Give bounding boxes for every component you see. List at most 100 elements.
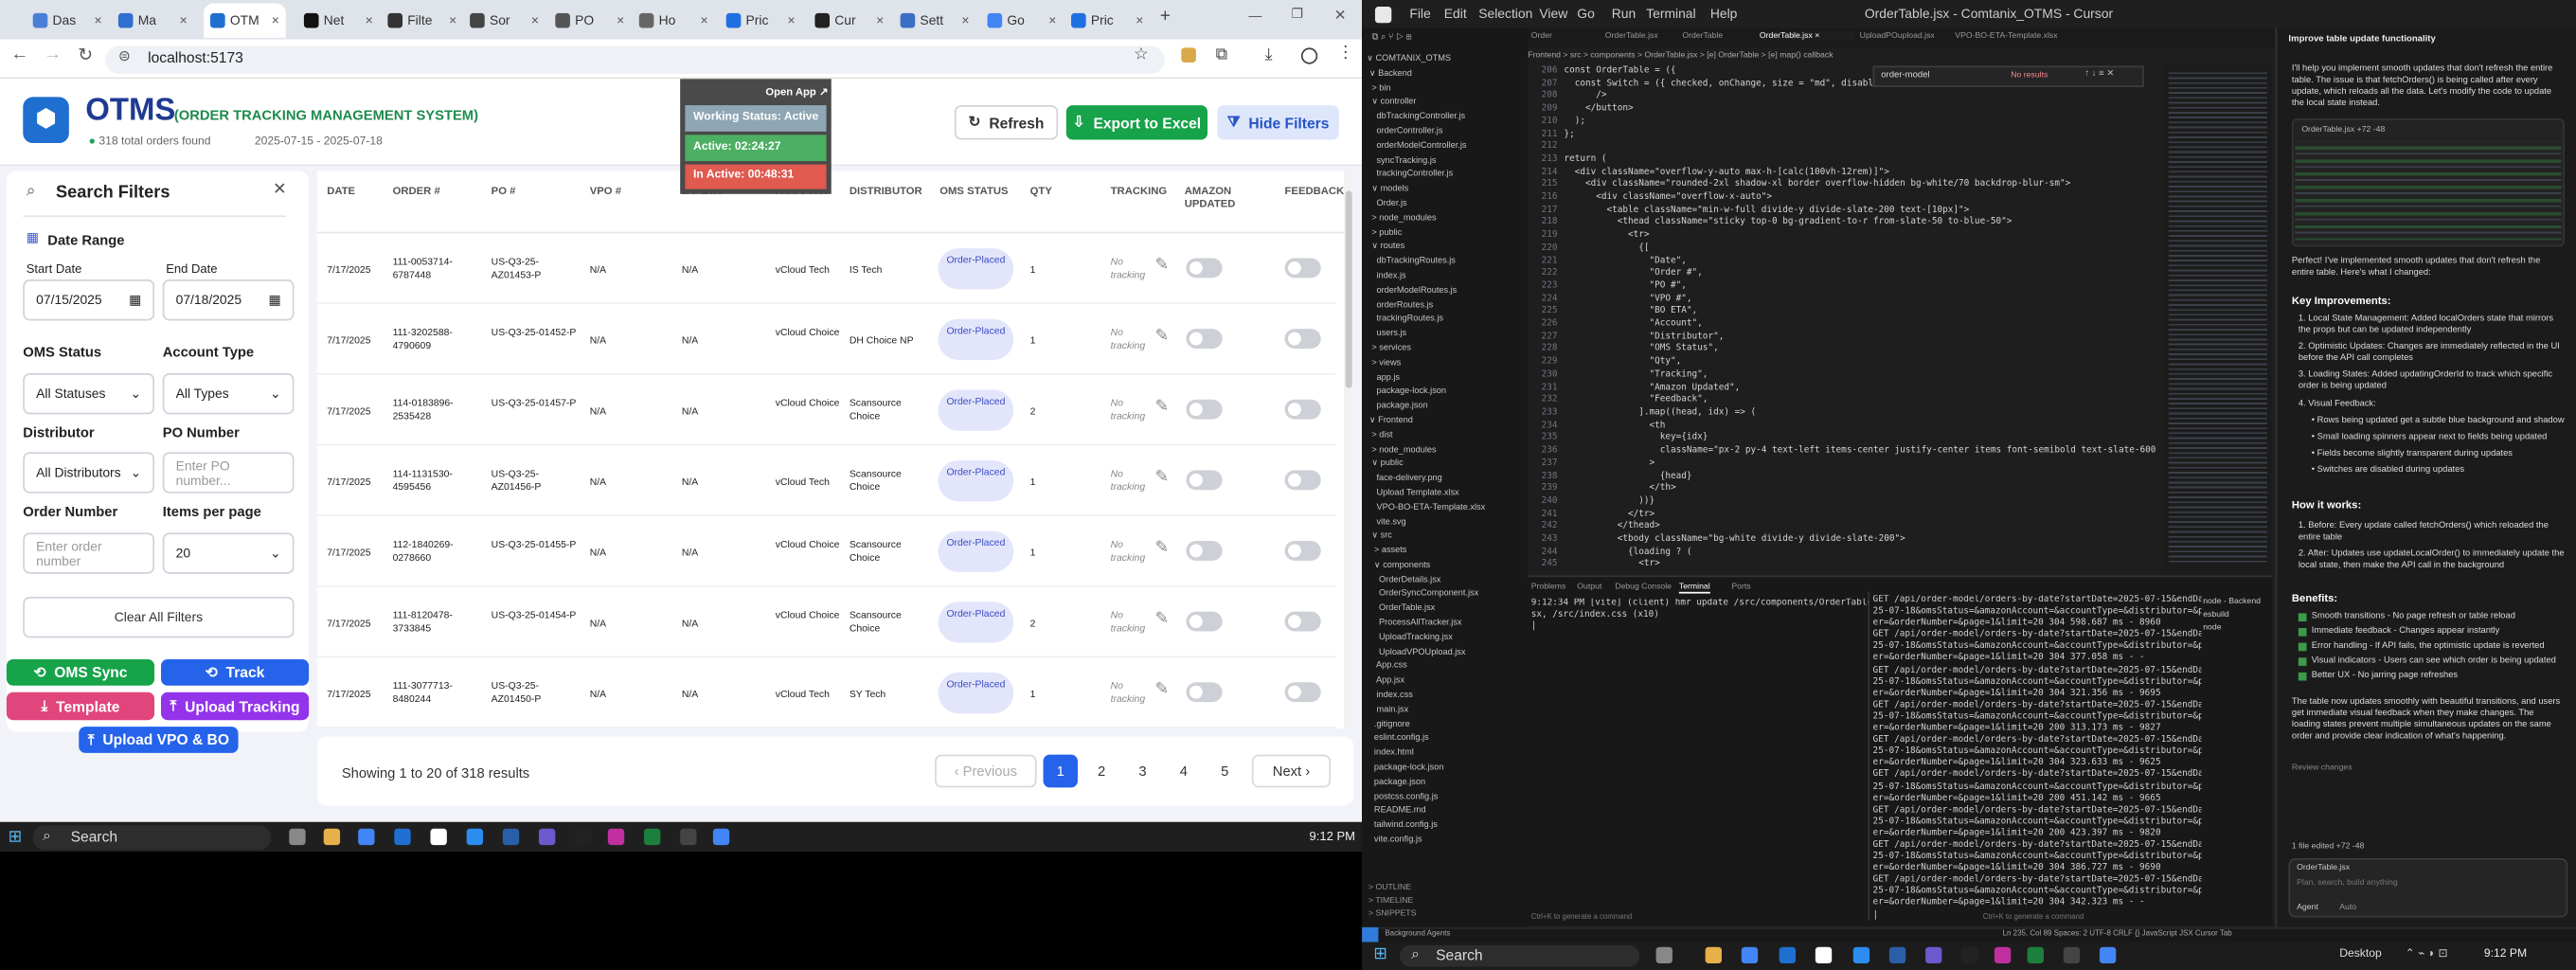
file-explorer-icon[interactable] — [323, 828, 341, 846]
taskbar-search-box[interactable] — [32, 825, 272, 851]
profile-icon[interactable] — [1300, 47, 1318, 64]
close-filters-icon[interactable]: ✕ — [273, 181, 287, 199]
task-view-icon[interactable] — [1655, 946, 1673, 964]
feedback-toggle[interactable] — [1284, 611, 1321, 632]
browser-tab[interactable]: Net × — [297, 3, 380, 37]
chrome-icon[interactable] — [358, 828, 375, 846]
start-date-input[interactable]: 07/15/2025 ▦ — [23, 279, 155, 321]
editor-tab[interactable]: OrderTable.jsx — [1605, 31, 1677, 41]
oms-sync-button[interactable]: ⟲ OMS Sync — [6, 658, 155, 686]
amazon-updated-toggle[interactable] — [1186, 258, 1223, 278]
next-page-button[interactable]: Next › — [1251, 754, 1332, 788]
onenote-icon[interactable] — [607, 828, 625, 846]
extensions-puzzle-icon[interactable]: ⧉ — [1216, 46, 1227, 64]
app-icon[interactable] — [502, 828, 520, 846]
edit-tracking-icon[interactable]: ✎ — [1154, 398, 1169, 416]
page-3-button[interactable]: 3 — [1125, 755, 1159, 788]
oms-status-select[interactable]: All Statuses ⌄ — [23, 372, 155, 415]
bookmark-star-icon[interactable]: ☆ — [1134, 46, 1149, 64]
chrome-icon[interactable] — [2099, 946, 2117, 964]
feedback-toggle[interactable] — [1284, 682, 1321, 703]
panel-tab[interactable]: Problems — [1531, 582, 1566, 591]
order-number-input[interactable]: Enter order number — [23, 532, 155, 574]
browser-tab[interactable]: Go × — [981, 3, 1064, 37]
panel-tab[interactable]: Ports — [1731, 582, 1750, 591]
chrome-icon[interactable] — [1741, 946, 1759, 964]
refresh-button[interactable]: ↻ Refresh — [954, 105, 1059, 140]
terminal-split-divider[interactable] — [1868, 591, 1870, 921]
track-button[interactable]: ⟲ Track — [161, 658, 310, 686]
close-tab-icon[interactable]: × — [961, 13, 969, 28]
status-right[interactable]: Ln 235, Col 89 Spaces: 2 UTF-8 CRLF {} J… — [2003, 929, 2232, 938]
export-excel-button[interactable]: ⇩ Export to Excel — [1065, 105, 1208, 140]
browser-tab[interactable]: Filte × — [381, 3, 463, 37]
agent-mode-select[interactable]: Agent — [2297, 903, 2318, 912]
edit-tracking-icon[interactable]: ✎ — [1154, 681, 1169, 699]
feedback-toggle[interactable] — [1284, 399, 1321, 420]
open-app-link[interactable]: Open App ↗ — [765, 85, 828, 99]
edit-tracking-icon[interactable]: ✎ — [1154, 469, 1169, 487]
app-icon[interactable] — [680, 828, 697, 846]
editor-tab[interactable]: Order — [1531, 31, 1601, 41]
amazon-updated-toggle[interactable] — [1186, 682, 1223, 703]
upload-tracking-button[interactable]: ⤒ Upload Tracking — [161, 692, 310, 721]
browser-tab[interactable]: Sor × — [463, 3, 546, 37]
browser-menu-icon[interactable]: ⋮ — [1337, 45, 1353, 63]
amazon-updated-toggle[interactable] — [1186, 329, 1223, 349]
po-number-input[interactable]: Enter PO number... — [162, 452, 295, 494]
page-5-button[interactable]: 5 — [1208, 755, 1242, 788]
zoom-icon[interactable] — [1779, 946, 1797, 964]
close-tab-icon[interactable]: × — [1136, 13, 1143, 28]
review-changes-link[interactable]: Review changes — [2292, 763, 2352, 772]
close-tab-icon[interactable]: × — [180, 13, 188, 28]
panel-tab[interactable]: Debug Console — [1615, 582, 1672, 591]
table-scrollbar[interactable] — [1343, 171, 1354, 728]
amazon-updated-toggle[interactable] — [1186, 399, 1223, 420]
url-input[interactable]: localhost:5173 — [105, 45, 1165, 75]
panel-tab[interactable]: Terminal — [1678, 582, 1710, 594]
page-4-button[interactable]: 4 — [1167, 755, 1201, 788]
page-1-button[interactable]: 1 — [1043, 754, 1078, 788]
browser-tab[interactable]: Ma × — [112, 3, 194, 37]
distributor-select[interactable]: All Distributors ⌄ — [23, 452, 155, 494]
browser-tab[interactable]: Pric × — [720, 3, 802, 37]
close-window-icon[interactable]: ✕ — [1334, 7, 1347, 25]
editor-tab[interactable]: OrderTable.jsx × — [1759, 30, 1855, 42]
site-info-icon[interactable]: ⊜ — [118, 47, 131, 65]
zoom-icon[interactable] — [394, 828, 411, 846]
app-icon[interactable] — [430, 828, 447, 846]
new-tab-button[interactable]: + — [1160, 7, 1171, 27]
close-tab-icon[interactable]: × — [1048, 13, 1056, 28]
app-icon[interactable] — [538, 828, 556, 846]
close-tab-icon[interactable]: × — [366, 13, 373, 28]
menu-item[interactable]: Edit — [1444, 7, 1467, 22]
editor-tab[interactable]: OrderTable — [1682, 31, 1754, 41]
editor-tab[interactable]: VPO-BO-ETA-Template.xlsx — [1955, 31, 2086, 41]
menu-item[interactable]: Terminal — [1646, 7, 1695, 22]
maximize-icon[interactable]: ❐ — [1291, 7, 1302, 22]
windows-start-icon[interactable]: ⊞ — [1373, 945, 1387, 963]
app-icon[interactable] — [1815, 946, 1833, 964]
panel-tab[interactable]: Output — [1577, 582, 1601, 591]
file-tree[interactable]: ∨ COMTANIX_OTMS ∨ Backend > bin ∨ contro… — [1367, 53, 1526, 849]
browser-tab[interactable]: Ho × — [633, 3, 715, 37]
close-tab-icon[interactable]: × — [617, 13, 624, 28]
feedback-toggle[interactable] — [1284, 329, 1321, 349]
onenote-icon[interactable] — [1994, 946, 2012, 964]
previous-page-button[interactable]: ‹ Previous — [935, 754, 1037, 788]
terminal-tab[interactable]: node - Backend — [2203, 595, 2272, 608]
extension-icon[interactable] — [1181, 47, 1196, 63]
terminal-list[interactable]: node - Backend esbuild node — [2203, 595, 2272, 635]
edit-tracking-icon[interactable]: ✎ — [1154, 539, 1169, 557]
app-icon[interactable] — [466, 828, 484, 846]
file-explorer-icon[interactable] — [1705, 946, 1722, 964]
browser-tab[interactable]: PO × — [548, 3, 631, 37]
browser-tab[interactable]: Sett × — [894, 3, 976, 37]
edit-tracking-icon[interactable]: ✎ — [1154, 257, 1169, 275]
menu-item[interactable]: File — [1409, 7, 1430, 22]
close-tab-icon[interactable]: × — [94, 13, 101, 28]
amazon-updated-toggle[interactable] — [1186, 470, 1223, 491]
close-tab-icon[interactable]: × — [787, 13, 795, 28]
cursor-icon[interactable] — [575, 828, 592, 846]
edit-tracking-icon[interactable]: ✎ — [1154, 610, 1169, 628]
